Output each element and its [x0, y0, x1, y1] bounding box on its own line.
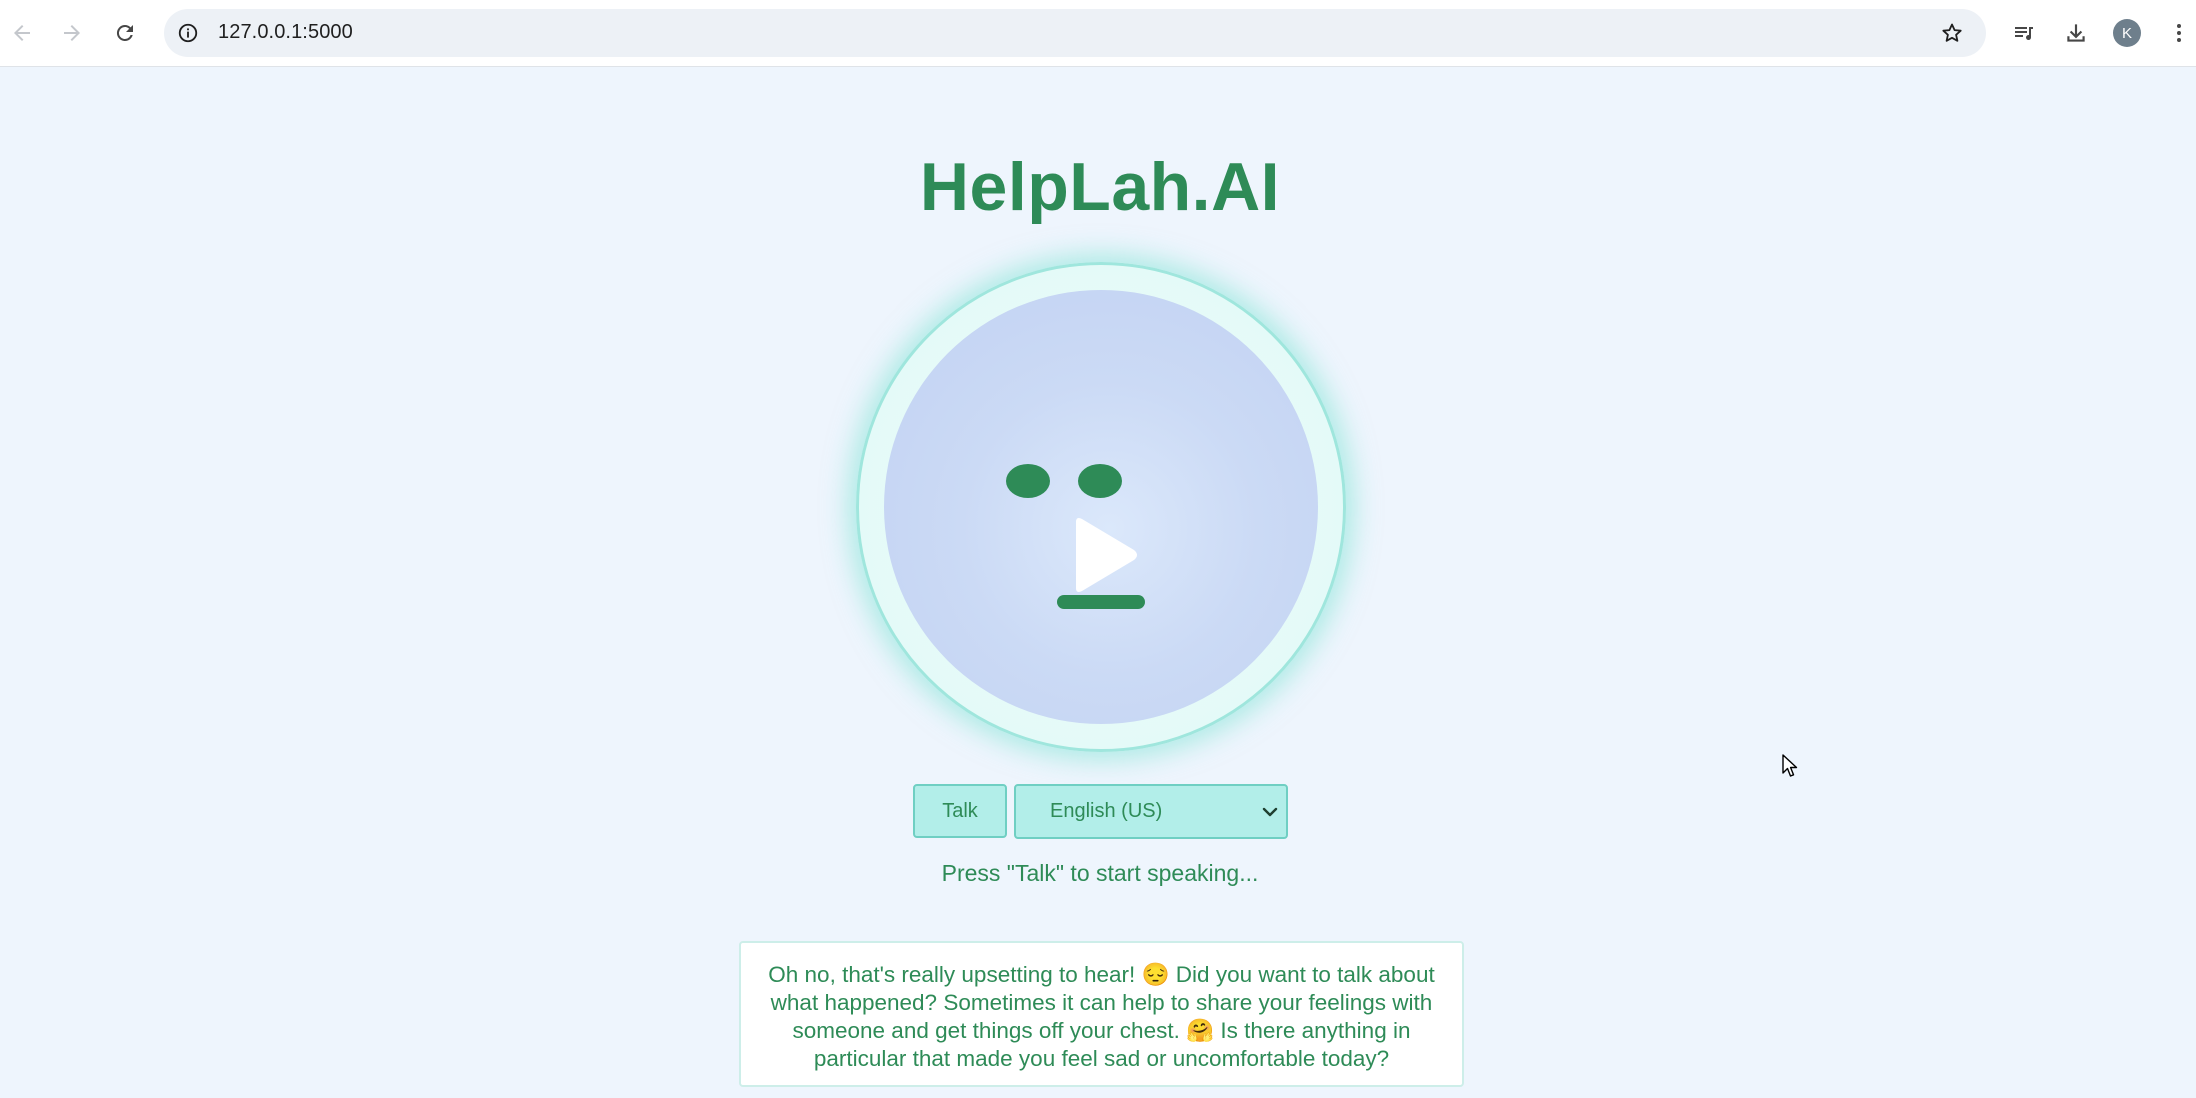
star-icon[interactable]	[1938, 19, 1966, 47]
forward-button[interactable]	[52, 13, 92, 53]
address-bar[interactable]: 127.0.0.1:5000	[164, 9, 1986, 57]
arrow-left-icon	[14, 25, 30, 41]
left-eye	[1006, 464, 1050, 498]
arrow-right-icon	[64, 25, 80, 41]
url-text[interactable]: 127.0.0.1:5000	[218, 21, 353, 44]
reload-button[interactable]	[105, 13, 145, 53]
mouse-cursor-icon	[1782, 754, 1798, 777]
play-icon[interactable]	[1068, 512, 1142, 598]
language-select[interactable]: English (US)	[1014, 784, 1288, 839]
status-text: Press "Talk" to start speaking...	[941, 860, 1259, 886]
profile-avatar[interactable]: K	[2113, 19, 2141, 47]
playlist-icon[interactable]	[2005, 14, 2043, 52]
browser-toolbar: 127.0.0.1:5000 K	[0, 0, 2196, 67]
language-selected-value: English (US)	[1050, 800, 1163, 822]
info-icon[interactable]	[174, 19, 202, 47]
kebab-menu-icon[interactable]	[2160, 14, 2196, 52]
reload-icon	[116, 24, 133, 41]
avatar-face[interactable]	[884, 290, 1318, 724]
talk-button[interactable]: Talk	[913, 784, 1007, 838]
response-box: Oh no, that's really upsetting to hear! …	[739, 941, 1464, 1087]
back-button[interactable]	[2, 13, 42, 53]
response-text: Oh no, that's really upsetting to hear! …	[768, 962, 1435, 1071]
download-icon[interactable]	[2057, 14, 2095, 52]
right-eye	[1078, 464, 1122, 498]
app-title: HelpLah.AI	[919, 149, 1281, 225]
chevron-down-icon	[1262, 807, 1278, 817]
